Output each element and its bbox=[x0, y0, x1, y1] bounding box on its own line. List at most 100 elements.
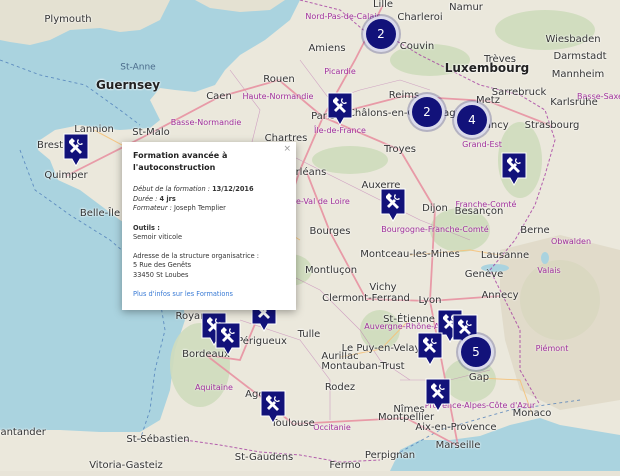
region-label: Piémont bbox=[535, 344, 569, 353]
training-marker[interactable] bbox=[260, 390, 286, 424]
region-label: Haute-Normandie bbox=[242, 92, 314, 101]
city-label: Fermo bbox=[329, 460, 361, 471]
trainer-label: Formateur : bbox=[133, 204, 174, 213]
city-label: Périgueux bbox=[237, 336, 287, 347]
city-label: Rodez bbox=[324, 382, 356, 393]
trainer-value: Joseph Templier bbox=[173, 204, 226, 213]
city-label: Gap bbox=[468, 372, 490, 383]
duration-value: 4 jrs bbox=[159, 194, 176, 203]
city-label: Wiesbaden bbox=[545, 34, 601, 45]
city-label: St-Gaudens bbox=[234, 452, 294, 463]
marker-cluster[interactable]: 2 bbox=[409, 94, 445, 130]
city-label: Montluçon bbox=[304, 265, 358, 276]
region-label: Picardie bbox=[324, 67, 356, 76]
city-label: Rouen bbox=[263, 74, 295, 85]
city-label: Amiens bbox=[308, 43, 346, 54]
training-marker[interactable] bbox=[215, 322, 241, 356]
city-label: Santander bbox=[0, 427, 46, 438]
tools-icon bbox=[260, 390, 286, 424]
city-label: Mannheim bbox=[551, 69, 605, 80]
start-date-label: Début de la formation : bbox=[133, 185, 213, 194]
city-label: Couvin bbox=[399, 41, 435, 52]
address-line-1: 5 Rue des Genêts bbox=[133, 261, 192, 270]
city-label: Troyes bbox=[384, 144, 416, 155]
city-label: Aix-en-Provence bbox=[415, 422, 497, 433]
region-label: Valais bbox=[537, 266, 561, 275]
city-label: Marseille bbox=[435, 440, 481, 451]
tools-icon bbox=[425, 378, 451, 412]
city-label: Belle-Île bbox=[79, 208, 121, 219]
region-label: Occitanie bbox=[313, 423, 351, 432]
start-date-value: 13/12/2016 bbox=[212, 185, 254, 194]
marker-cluster[interactable]: 4 bbox=[454, 102, 490, 138]
tools-label: Outils : bbox=[133, 224, 285, 234]
more-info-link[interactable]: Plus d'infos sur les Formations bbox=[133, 290, 285, 300]
trainer-row: Formateur : Joseph Templier bbox=[133, 204, 285, 214]
address-label: Adresse de la structure organisatrice : bbox=[133, 251, 260, 260]
tools-icon bbox=[380, 188, 406, 222]
duration-row: Durée : 4 jrs bbox=[133, 195, 285, 205]
country-label: Luxembourg bbox=[444, 61, 530, 75]
city-label: Genève bbox=[464, 269, 504, 280]
city-label: Besançon bbox=[454, 206, 504, 217]
marker-cluster[interactable]: 5 bbox=[458, 334, 494, 370]
city-label: Strasbourg bbox=[524, 120, 580, 131]
region-label: Aquitaine bbox=[195, 383, 233, 392]
city-label: St-Étienne bbox=[383, 314, 435, 325]
popup-close-button[interactable]: × bbox=[283, 143, 291, 156]
city-label: Le Puy-en-Velay bbox=[341, 343, 421, 354]
tools-icon bbox=[63, 133, 89, 167]
region-label: Bourgogne-Franche-Comté bbox=[381, 225, 489, 234]
city-label: Charleroi bbox=[397, 12, 443, 23]
city-label: Châlons-en-Champagne bbox=[347, 108, 469, 119]
city-label: Vitoria-Gasteiz bbox=[89, 460, 163, 471]
city-label: Brest bbox=[36, 140, 64, 151]
tools-icon bbox=[417, 332, 443, 366]
city-label: Darmstadt bbox=[553, 51, 607, 62]
city-label: Vichy bbox=[369, 282, 397, 293]
start-date-row: Début de la formation : 13/12/2016 bbox=[133, 185, 285, 195]
training-marker[interactable] bbox=[501, 152, 527, 186]
training-marker[interactable] bbox=[425, 378, 451, 412]
training-marker[interactable] bbox=[380, 188, 406, 222]
training-marker[interactable] bbox=[327, 92, 353, 126]
city-label: St-Sébastien bbox=[126, 434, 190, 445]
tools-label-text: Outils : bbox=[133, 223, 160, 232]
region-label: Île-de-France bbox=[314, 126, 366, 135]
region-label: Obwalden bbox=[550, 237, 592, 246]
popup-title: Formation avancée à l'autoconstruction bbox=[133, 151, 228, 172]
city-label: Quimper bbox=[44, 170, 88, 181]
city-label: Lyon bbox=[418, 295, 442, 306]
tools-icon bbox=[327, 92, 353, 126]
city-label: Lille bbox=[372, 0, 394, 10]
city-label: St-Malo bbox=[132, 127, 170, 138]
city-label: Montauban-Trust bbox=[321, 361, 405, 372]
city-label: Plymouth bbox=[44, 14, 92, 25]
tools-icon bbox=[501, 152, 527, 186]
city-label: Caen bbox=[206, 91, 232, 102]
region-label: Basse-Normandie bbox=[170, 118, 242, 127]
city-label: Bourges bbox=[309, 226, 351, 237]
address-line-2: 33450 St Loubes bbox=[133, 271, 189, 280]
country-label: Guernsey bbox=[95, 78, 161, 92]
city-label: Karlsruhe bbox=[550, 97, 598, 108]
duration-label: Durée : bbox=[133, 194, 160, 203]
city-label: Montceau-les-Mines bbox=[360, 249, 460, 260]
tools-icon bbox=[215, 322, 241, 356]
city-label: Namur bbox=[449, 2, 483, 13]
sea-label: St-Anne bbox=[120, 62, 156, 73]
city-label: Lausanne bbox=[480, 250, 530, 261]
city-label: Tulle bbox=[297, 329, 321, 340]
city-label: Dijon bbox=[422, 203, 448, 214]
training-marker[interactable] bbox=[417, 332, 443, 366]
training-popup: × Formation avancée à l'autoconstruction… bbox=[122, 142, 296, 310]
tools-value: Semoir viticole bbox=[133, 233, 183, 242]
city-label: Berne bbox=[520, 225, 550, 236]
map[interactable]: Nord-Pas-de-Calais Picardie Haute-Normandi… bbox=[0, 0, 620, 471]
city-label: Monaco bbox=[512, 408, 552, 419]
marker-cluster[interactable]: 2 bbox=[363, 16, 399, 52]
city-label: Annecy bbox=[481, 290, 519, 301]
region-label: Grand-Est bbox=[462, 140, 502, 149]
training-marker[interactable] bbox=[63, 133, 89, 167]
city-label: Clermont-Ferrand bbox=[322, 293, 410, 304]
